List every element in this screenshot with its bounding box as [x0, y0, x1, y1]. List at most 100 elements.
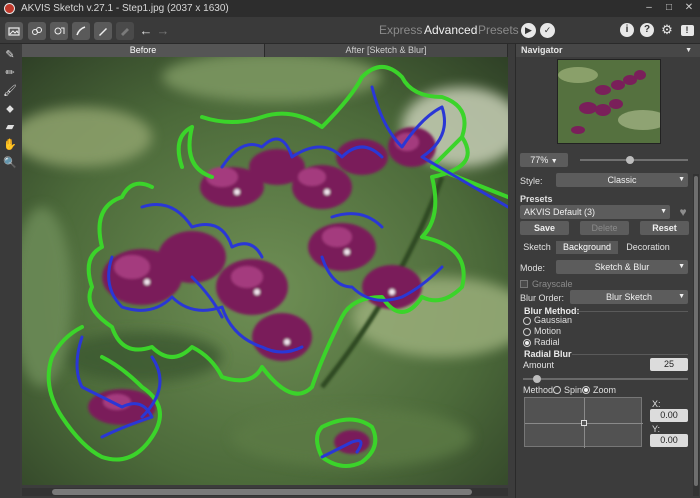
- gaussian-label: Gaussian: [534, 315, 573, 325]
- blur-order-label: Blur Order:: [520, 293, 565, 303]
- motion-label: Motion: [534, 326, 562, 336]
- radio-radial[interactable]: [523, 339, 531, 347]
- settings-button[interactable]: ⚙: [659, 22, 675, 38]
- tab-sketch[interactable]: Sketch: [518, 241, 556, 254]
- zoom-row: 77% ▼: [520, 153, 692, 167]
- close-icon[interactable]: ✕: [682, 2, 696, 14]
- panel-scroll-thumb[interactable]: [694, 176, 698, 486]
- settings-panel: Navigator ▼ 77% ▼ Style: Classic ▼ Prese…: [515, 44, 700, 498]
- mode-presets[interactable]: Presets: [478, 23, 519, 37]
- y-label: Y:: [652, 424, 661, 434]
- amount-slider-knob[interactable]: [533, 375, 541, 383]
- disabled-tool-button[interactable]: [116, 22, 134, 40]
- zoom-tool-icon[interactable]: 🔍: [3, 156, 17, 170]
- mode-value: Sketch & Blur: [594, 262, 650, 272]
- tab-after[interactable]: After [Sketch & Blur]: [265, 44, 508, 57]
- navigator-title: Navigator: [521, 45, 563, 55]
- maximize-icon[interactable]: □: [662, 2, 676, 14]
- radio-zoom[interactable]: [582, 386, 590, 394]
- tab-decoration[interactable]: Decoration: [618, 241, 678, 254]
- radial-blur-title: Radial Blur: [524, 349, 572, 359]
- sketch-guide-tool-icon[interactable]: ✎: [3, 48, 17, 62]
- section-divider: [572, 354, 688, 355]
- chevron-down-icon: ▼: [550, 158, 558, 165]
- x-label: X:: [652, 399, 661, 409]
- canvas-horizontal-scrollbar[interactable]: [22, 488, 508, 496]
- redo-icon[interactable]: →: [155, 22, 171, 40]
- hand-tool-icon[interactable]: ✋: [3, 138, 17, 152]
- speech-bubble-icon: !: [680, 24, 694, 36]
- blur-center-pad[interactable]: [524, 397, 643, 448]
- left-tool-strip: ✎ ✏ 🖌 ⬥ ▰ ✋ 🔍: [0, 44, 20, 498]
- blur-center-handle[interactable]: [581, 420, 587, 426]
- pen-icon: [99, 28, 107, 36]
- radio-spin[interactable]: [553, 386, 561, 394]
- open-image-icon: [8, 27, 20, 36]
- collapse-arrow-icon[interactable]: ▼: [685, 44, 692, 57]
- mode-express[interactable]: Express: [379, 23, 422, 37]
- style-label: Style:: [520, 176, 543, 186]
- tab-background[interactable]: Background: [556, 241, 618, 254]
- x-field[interactable]: 0.00: [650, 409, 688, 422]
- batch-icon: [32, 27, 42, 35]
- presets-value: AKVIS Default (3): [524, 207, 596, 217]
- help-button[interactable]: ?: [639, 22, 655, 38]
- blur-order-select[interactable]: Blur Sketch ▼: [570, 290, 688, 304]
- save-preset-button[interactable]: Save: [520, 221, 569, 235]
- undo-icon[interactable]: ←: [138, 22, 154, 40]
- zoom-slider-track[interactable]: [580, 159, 688, 161]
- zoom-select[interactable]: 77% ▼: [520, 153, 568, 167]
- spin-label: Spin: [564, 385, 583, 395]
- panel-vertical-scrollbar[interactable]: [693, 174, 699, 496]
- tab-before[interactable]: Before: [22, 44, 265, 57]
- blur-order-value: Blur Sketch: [605, 292, 653, 302]
- image-canvas[interactable]: [22, 57, 508, 485]
- window-title: AKVIS Sketch v.27.1 - Step1.jpg (2037 x …: [21, 3, 229, 14]
- y-field[interactable]: 0.00: [650, 434, 688, 447]
- share-button[interactable]: [94, 22, 112, 40]
- save-icon: [54, 27, 65, 35]
- mode-advanced[interactable]: Advanced: [424, 23, 477, 37]
- info-button[interactable]: i: [619, 22, 635, 38]
- method-label: Method:: [523, 385, 556, 395]
- canvas-tabs: Before After [Sketch & Blur]: [22, 44, 508, 57]
- delete-preset-button[interactable]: Delete: [580, 221, 629, 235]
- print-button[interactable]: [72, 22, 90, 40]
- presets-select[interactable]: AKVIS Default (3) ▼: [520, 205, 670, 219]
- batch-button[interactable]: [28, 22, 46, 40]
- radio-gaussian[interactable]: [523, 317, 531, 325]
- run-button[interactable]: ▶: [521, 23, 536, 38]
- minimize-icon[interactable]: –: [642, 2, 656, 14]
- gear-icon: ⚙: [661, 22, 673, 37]
- navigator-thumbnail[interactable]: [557, 59, 661, 144]
- pencil-tool-icon[interactable]: ✏: [3, 66, 17, 80]
- apply-button[interactable]: ✓: [540, 23, 555, 38]
- play-icon: ▶: [525, 25, 532, 35]
- save-image-button[interactable]: [50, 22, 68, 40]
- zoom-value: 77%: [530, 155, 549, 165]
- reset-preset-button[interactable]: Reset: [640, 221, 689, 235]
- mode-select[interactable]: Sketch & Blur ▼: [556, 260, 688, 274]
- feedback-button[interactable]: !: [679, 22, 695, 38]
- amount-slider-track[interactable]: [523, 378, 688, 380]
- favorite-heart-icon[interactable]: ♥: [677, 206, 689, 218]
- help-icon: ?: [640, 23, 654, 37]
- amount-label: Amount: [523, 360, 555, 370]
- bucket-tool-icon[interactable]: ⬥: [3, 102, 17, 116]
- chevron-down-icon: ▼: [660, 208, 667, 215]
- brush-tool-icon[interactable]: 🖌: [3, 84, 17, 98]
- amount-field[interactable]: 25: [650, 358, 688, 371]
- open-image-button[interactable]: [5, 22, 23, 40]
- radio-motion[interactable]: [523, 328, 531, 336]
- zoom-slider-knob[interactable]: [626, 156, 634, 164]
- canvas-scroll-thumb[interactable]: [52, 489, 472, 495]
- eraser-tool-icon[interactable]: ▰: [3, 120, 17, 134]
- chevron-down-icon: ▼: [678, 263, 685, 270]
- style-select[interactable]: Classic ▼: [556, 173, 688, 187]
- radial-label: Radial: [534, 337, 560, 347]
- brush-preset-icon: [76, 26, 86, 36]
- info-icon: i: [620, 23, 634, 37]
- check-icon: ✓: [543, 25, 552, 35]
- grayscale-checkbox[interactable]: [520, 280, 528, 288]
- chevron-down-icon: ▼: [678, 293, 685, 300]
